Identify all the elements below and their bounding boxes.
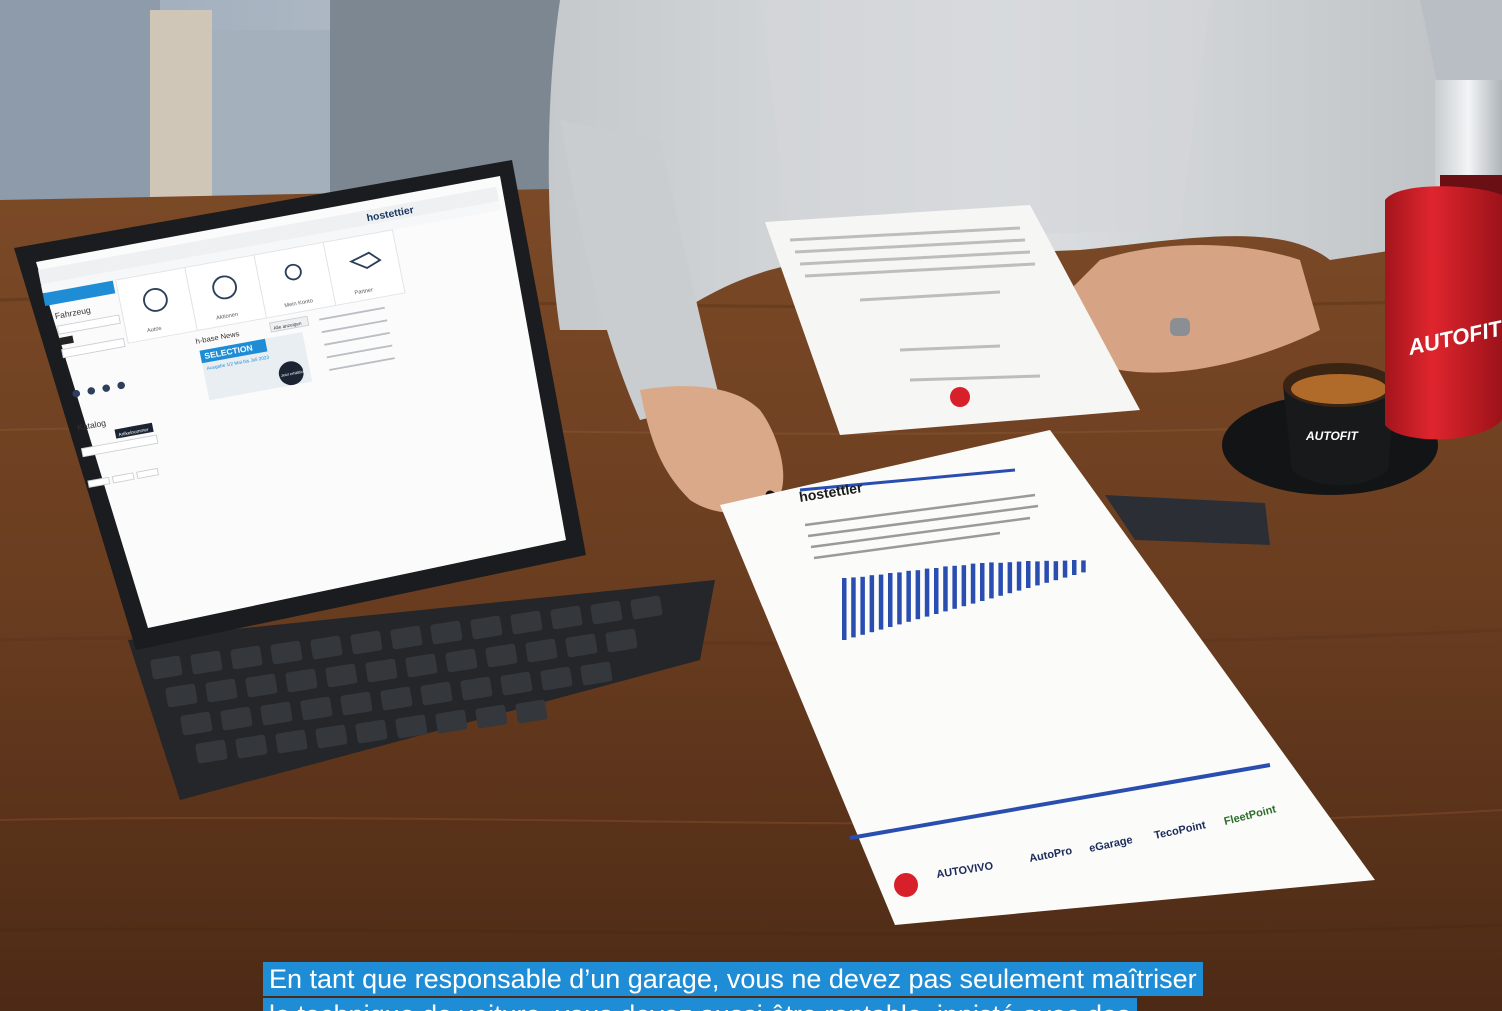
report-bar: [943, 566, 948, 612]
report-bar: [878, 574, 884, 630]
report-bar: [961, 565, 967, 607]
photo-illustration: hostettler AUTOVIVO AutoPro eGarage Teco…: [0, 0, 1502, 1011]
report-bar: [888, 573, 893, 627]
report-bar: [1072, 560, 1077, 575]
report-bar: [924, 568, 930, 617]
caption-line-2: le technique de voiture, vous devez auss…: [263, 998, 1137, 1011]
report-bar: [980, 563, 985, 601]
cup-brand: AUTOFIT: [1305, 429, 1359, 443]
report-bar: [934, 568, 939, 614]
report-bar: [1007, 562, 1013, 594]
report-bar: [1035, 561, 1040, 586]
report-bar: [851, 577, 856, 638]
report-bar: [1053, 561, 1059, 581]
report-bar: [998, 562, 1003, 596]
report-bar: [1062, 560, 1068, 578]
photo-scene: hostettler AUTOVIVO AutoPro eGarage Teco…: [0, 0, 1502, 1011]
report-bar: [989, 562, 994, 599]
report-bar: [952, 565, 957, 609]
report-bar: [842, 578, 847, 640]
caption: En tant que responsable d’un garage, vou…: [263, 962, 1253, 1011]
report-bar: [1016, 561, 1022, 591]
report-bar: [915, 570, 921, 620]
report-bar: [869, 575, 875, 633]
report-bar: [897, 572, 902, 625]
report-bar: [860, 576, 865, 635]
bottle-sleeve: [1385, 186, 1502, 440]
report-bar: [1081, 560, 1086, 573]
report-bar: [970, 563, 976, 604]
logo-red-badge: [894, 873, 918, 897]
report-bar: [906, 570, 911, 622]
report-bar: [1044, 560, 1049, 583]
caption-line-1: En tant que responsable d’un garage, vou…: [263, 962, 1203, 996]
report-bar: [1026, 561, 1031, 588]
